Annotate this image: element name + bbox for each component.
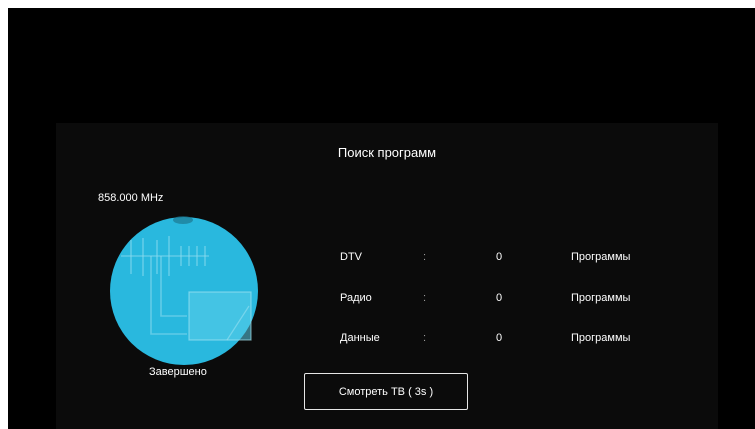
page-title: Поиск программ — [337, 145, 437, 160]
result-label: DTV — [340, 251, 362, 263]
result-count: 0 — [496, 332, 503, 344]
result-count: 0 — [496, 292, 503, 304]
watch-tv-button[interactable]: Смотреть ТВ ( 3s ) — [304, 373, 468, 410]
search-status: Завершено — [149, 366, 207, 378]
result-row-data: Данные : 0 Программы — [8, 332, 755, 352]
result-count: 0 — [496, 251, 503, 263]
result-row-dtv: DTV : 0 Программы — [8, 251, 755, 271]
result-label: Радио — [340, 292, 372, 304]
result-separator: : — [423, 292, 427, 304]
result-unit: Программы — [571, 251, 631, 263]
frequency-readout: 858.000 MHz — [98, 192, 164, 204]
tv-screen: Поиск программ 858.000 MHz Завершено DTV… — [8, 8, 755, 429]
result-row-radio: Радио : 0 Программы — [8, 292, 755, 312]
result-label: Данные — [340, 332, 380, 344]
result-separator: : — [423, 332, 427, 344]
result-unit: Программы — [571, 332, 631, 344]
result-separator: : — [423, 251, 427, 263]
result-unit: Программы — [571, 292, 631, 304]
